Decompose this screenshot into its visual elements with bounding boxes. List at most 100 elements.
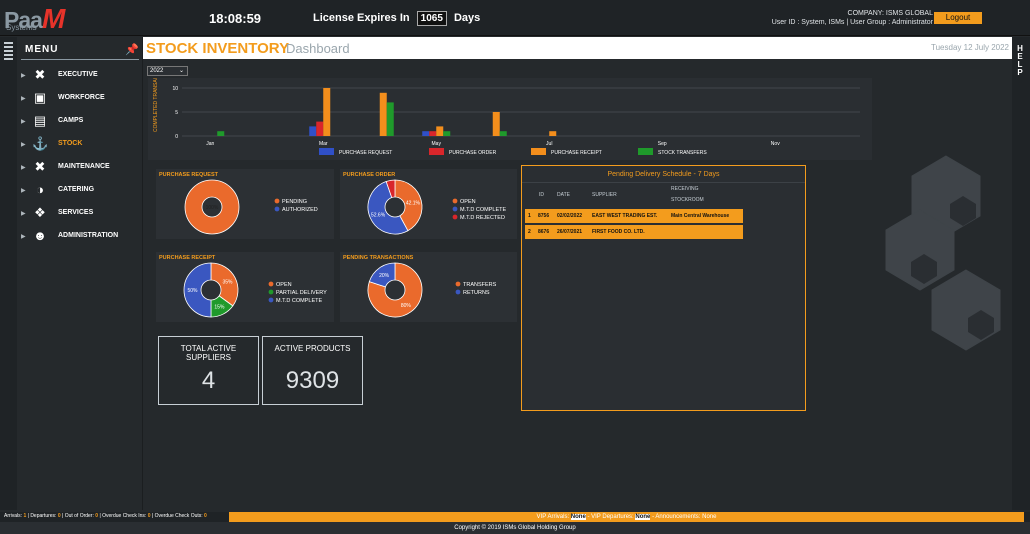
hamburger-icon[interactable] — [4, 42, 13, 62]
arrivals-count: 1 — [23, 513, 27, 519]
legend-dot — [455, 289, 461, 295]
table-row[interactable]: 2 8676 26/07/2021 FIRST FOOD CO. LTD. — [525, 225, 743, 239]
pending-transactions-panel: PENDING TRANSACTIONS 80% 20% TRANSFERS RETU… — [340, 252, 517, 322]
row-supplier: EAST WEST TRADING EST. — [592, 213, 658, 219]
menu-divider — [21, 59, 139, 60]
overdue-checkins-count: 0 — [147, 513, 151, 519]
header-date: Tuesday 12 July 2022 — [931, 43, 1009, 52]
panel-title: PURCHASE REQUEST — [159, 172, 218, 178]
legend-label: PENDING — [282, 199, 307, 205]
sidebar-item-catering[interactable]: ▶ ◑ CATERING — [17, 182, 142, 202]
overdue-checkouts-label: | Overdue Check Outs: — [151, 513, 203, 519]
page-subtitle: Dashboard — [286, 41, 350, 56]
panel-title: Pending Delivery Schedule - 7 Days — [607, 171, 720, 178]
legend-dot — [452, 206, 458, 212]
sidebar-item-label: SERVICES — [58, 209, 94, 216]
chevron-right-icon: ▶ — [21, 165, 26, 171]
bar — [492, 112, 500, 136]
announcements-label: - Announcements: — [652, 514, 701, 520]
chevron-right-icon: ▶ — [21, 142, 26, 148]
legend-label: PURCHASE ORDER — [449, 150, 497, 156]
table-row[interactable]: 1 8756 02/02/2022 EAST WEST TRADING EST.… — [525, 209, 743, 223]
legend-dot — [455, 281, 461, 287]
out-of-order-label: | Out of Order: — [62, 513, 94, 519]
legend-dot — [274, 198, 280, 204]
pin-icon[interactable]: 📌 — [125, 43, 139, 56]
sidebar-item-camps[interactable]: ▶ ▤ CAMPS — [17, 113, 142, 133]
legend-label: PURCHASE REQUEST — [339, 150, 392, 156]
row-number: 2 — [528, 229, 531, 235]
row-number: 1 — [528, 213, 531, 219]
logo-subtitle: Systems — [6, 23, 37, 32]
divider — [522, 182, 805, 183]
y-tick-label: 10 — [172, 86, 178, 92]
sidebar-item-stock[interactable]: ▶ ⚓ STOCK — [17, 136, 142, 156]
bar — [379, 92, 387, 136]
legend-label: OPEN — [276, 282, 292, 288]
y-tick-label: 5 — [175, 110, 178, 116]
sidebar-item-label: ADMINISTRATION — [58, 232, 119, 239]
panel-title: PENDING TRANSACTIONS — [343, 255, 414, 261]
chevron-right-icon: ▶ — [21, 73, 26, 79]
purchase-request-pie: PENDING AUTHORIZED 100% — [184, 179, 318, 235]
pending-delivery-panel: Pending Delivery Schedule - 7 Days ID DA… — [521, 165, 806, 411]
pending-transactions-pie: 80% 20% TRANSFERS RETURNS — [367, 262, 497, 318]
sidebar-item-services[interactable]: ▶ ❖ SERVICES — [17, 205, 142, 225]
sidebar-item-maintenance[interactable]: ▶ ✖ MAINTENANCE — [17, 159, 142, 179]
legend-dot — [268, 289, 274, 295]
purchase-order-pie: 42.1% 52.6% OPEN M.T.D COMPLETE M.T.D REJECT… — [367, 179, 506, 235]
bar — [429, 131, 437, 136]
purchase-request-panel: PURCHASE REQUEST PENDING AUTHORIZED 100% — [156, 169, 334, 239]
legend-label: AUTHORIZED — [282, 207, 318, 213]
slice-label: 42.1% — [406, 200, 421, 206]
sidebar-item-executive[interactable]: ▶ ✖ EXECUTIVE — [17, 67, 142, 87]
legend-dot — [452, 214, 458, 220]
bar — [309, 126, 317, 136]
occupancy-status: Arrivals: 1 | Departures: 0 | Out of Ord… — [4, 513, 207, 519]
status-bar: Arrivals: 1 | Departures: 0 | Out of Ord… — [0, 512, 1030, 522]
vip-departures-label: - VIP Departures: — [587, 514, 634, 520]
year-select[interactable]: 2022 ⌄ — [147, 66, 188, 76]
x-tick-label: Jan — [206, 141, 214, 147]
stat-value: 4 — [201, 367, 216, 394]
license-info: License Expires In 1065 Days — [313, 11, 480, 26]
x-tick-label: Mar — [319, 141, 328, 147]
sidebar-item-label: WORKFORCE — [58, 94, 105, 101]
y-axis-label: COMPLETED TRANSACT... — [153, 78, 159, 132]
chevron-right-icon: ▶ — [21, 211, 26, 217]
top-bar: PaaM Systems 18:08:59 License Expires In… — [0, 0, 1030, 36]
sidebar-item-administration[interactable]: ▶ ☻ ADMINISTRATION — [17, 228, 142, 248]
clock: 18:08:59 — [209, 11, 262, 26]
chevron-right-icon: ▶ — [21, 119, 26, 125]
chevron-down-icon: ⌄ — [178, 68, 184, 74]
help-tab[interactable]: HELP — [1016, 45, 1024, 77]
dolly-icon: ⚓ — [32, 136, 49, 151]
legend-label: RETURNS — [463, 290, 490, 296]
legend-label: TRANSFERS — [463, 282, 497, 288]
x-tick-label: Nov — [771, 141, 780, 147]
bar-chart-panel: 0 5 10 COMPLETED TRANSACT... Jan Mar May Jul Sep… — [148, 69, 872, 160]
overdue-checkins-label: | Overdue Check Ins: — [99, 513, 147, 519]
legend-label: PURCHASE RECEIPT — [551, 150, 602, 156]
stat-label: ACTIVE PRODUCTS — [274, 344, 351, 353]
slice-label: 80% — [401, 303, 412, 309]
year-select-value: 2022 — [150, 68, 164, 74]
bar — [217, 131, 225, 136]
purchase-receipt-pie: 35% 15% 50% OPEN PARTIAL DELIVERY M.T.D COMPL… — [183, 262, 327, 318]
purchase-order-panel: PURCHASE ORDER 42.1% 52.6% OPEN M.T.D COMPL… — [340, 169, 517, 239]
logout-button[interactable]: Logout — [934, 12, 982, 24]
page-header: STOCK INVENTORY Dashboard Tuesday 12 Jul… — [143, 37, 1012, 59]
user-info: COMPANY: ISMS GLOBAL User ID : System, I… — [772, 9, 933, 27]
license-prefix: License Expires In — [313, 12, 410, 24]
sidebar-item-label: CATERING — [58, 186, 95, 193]
row-id: 8756 — [538, 213, 550, 219]
row-date: 02/02/2022 — [557, 213, 583, 219]
donut-hole — [384, 196, 406, 218]
legend-label: M.T.D COMPLETE — [460, 207, 506, 213]
sidebar-item-workforce[interactable]: ▶ ▣ WORKFORCE — [17, 90, 142, 110]
tools-icon: ✖ — [34, 67, 46, 82]
donut-hole — [384, 279, 406, 301]
vip-arrivals-value: None — [570, 514, 586, 520]
cloche-icon: ◑ — [36, 182, 44, 197]
slice-label: 35% — [222, 280, 233, 286]
